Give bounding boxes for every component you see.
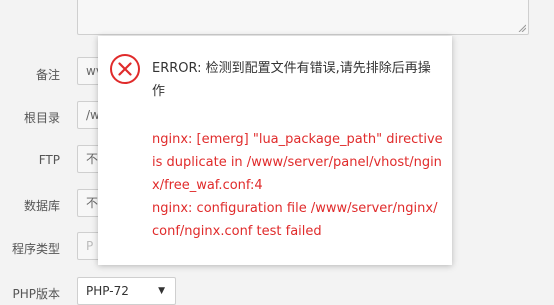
database-label: 数据库 bbox=[23, 199, 60, 213]
php-version-value: PHP-72 bbox=[86, 284, 129, 298]
error-dialog: ERROR: 检测到配置文件有错误,请先排除后再操作 nginx: [emerg… bbox=[98, 36, 452, 265]
error-title: ERROR: 检测到配置文件有错误,请先排除后再操作 bbox=[152, 61, 431, 99]
dropdown-arrow-icon: ▼ bbox=[158, 286, 165, 296]
error-detail: nginx: [emerg] "lua_package_path" direct… bbox=[152, 128, 444, 243]
resize-grip-icon[interactable] bbox=[518, 24, 526, 32]
error-detail-line: nginx: [emerg] "lua_package_path" direct… bbox=[152, 132, 443, 193]
php-version-label: PHP版本 bbox=[12, 287, 61, 301]
error-circle-x-icon bbox=[110, 54, 140, 84]
description-textarea[interactable] bbox=[77, 0, 529, 35]
note-label: 备注 bbox=[35, 68, 60, 82]
ftp-label: FTP bbox=[38, 153, 60, 167]
error-detail-line: nginx: configuration file /www/server/ng… bbox=[152, 201, 438, 239]
program-type-label: 程序类型 bbox=[11, 242, 60, 256]
root-dir-label: 根目录 bbox=[23, 111, 60, 125]
